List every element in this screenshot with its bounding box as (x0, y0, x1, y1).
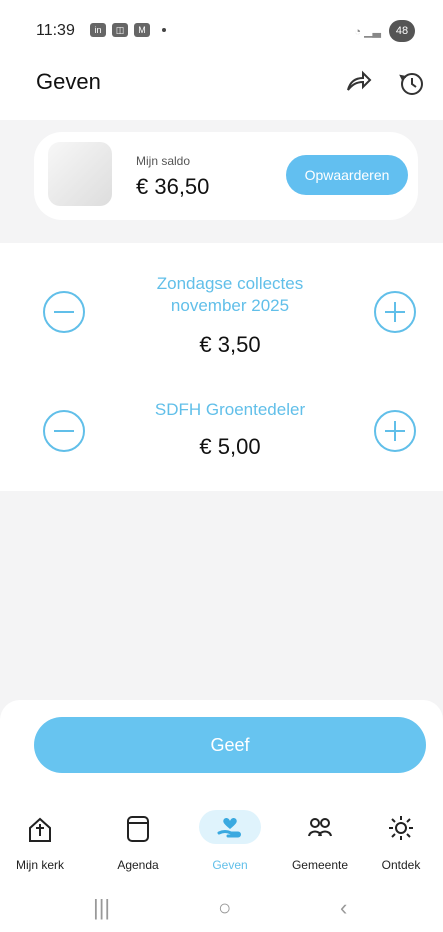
avatar (48, 142, 112, 206)
home-button-icon[interactable]: ○ (218, 895, 231, 921)
nav-item-agenda[interactable]: Agenda (98, 806, 178, 878)
status-right-icons: ◔ ▁▃ 48 (354, 20, 415, 42)
calendar-icon (127, 816, 149, 842)
status-bar: 11:39 in ◫ M ◔ ▁▃ 48 (0, 0, 443, 60)
donation-1-title-line-1: Zondagse collectes (156, 274, 304, 293)
nav-label-agenda: Agenda (117, 858, 159, 872)
back-button-icon[interactable]: ‹ (340, 895, 347, 921)
top-app-bar: Geven (0, 60, 443, 120)
nav-item-mijn-kerk[interactable]: Mijn kerk (0, 806, 80, 878)
nav-item-geven[interactable]: Geven (190, 806, 270, 878)
share-icon[interactable] (340, 66, 374, 100)
nav-label-geven: Geven (212, 858, 248, 872)
battery-icon: 48 (389, 20, 415, 42)
status-notification-icons: in ◫ M (90, 23, 166, 37)
church-home-icon (29, 817, 51, 842)
page-title: Geven (36, 69, 101, 94)
donation-1-title-line-2: november 2025 (170, 296, 290, 315)
giving-hand-icon (217, 817, 241, 838)
mail-icon: M (134, 23, 150, 37)
topup-button[interactable]: Opwaarderen (286, 155, 408, 195)
discover-sun-icon (389, 816, 413, 840)
history-icon[interactable] (394, 66, 428, 100)
nav-label-ontdek: Ontdek (381, 858, 421, 872)
nav-item-ontdek[interactable]: Ontdek (361, 806, 441, 878)
decrease-donation-2-icon[interactable] (42, 409, 86, 453)
people-icon (308, 818, 332, 837)
photo-icon: ◫ (112, 23, 128, 37)
nav-item-gemeente[interactable]: Gemeente (280, 806, 360, 878)
notification-dot-icon (162, 28, 166, 32)
wifi-signal-icon: ◔ ▁▃ (354, 25, 381, 38)
increase-donation-1-icon[interactable] (373, 290, 417, 334)
linkedin-icon: in (90, 23, 106, 37)
balance-label: Mijn saldo (136, 154, 191, 168)
donation-1-amount: € 3,50 (199, 332, 261, 357)
nav-label-gemeente: Gemeente (291, 858, 349, 872)
nav-label-mijn-kerk: Mijn kerk (15, 858, 64, 872)
increase-donation-2-icon[interactable] (373, 409, 417, 453)
decrease-donation-1-icon[interactable] (42, 290, 86, 334)
donation-2-amount: € 5,00 (199, 434, 261, 459)
status-time: 11:39 (36, 22, 75, 39)
recent-apps-icon[interactable]: ||| (93, 895, 110, 921)
empty-content-area (0, 491, 443, 700)
donation-2-title: SDFH Groentedeler (154, 400, 306, 419)
give-button[interactable]: Geef (34, 717, 426, 773)
balance-amount: € 36,50 (136, 174, 210, 199)
